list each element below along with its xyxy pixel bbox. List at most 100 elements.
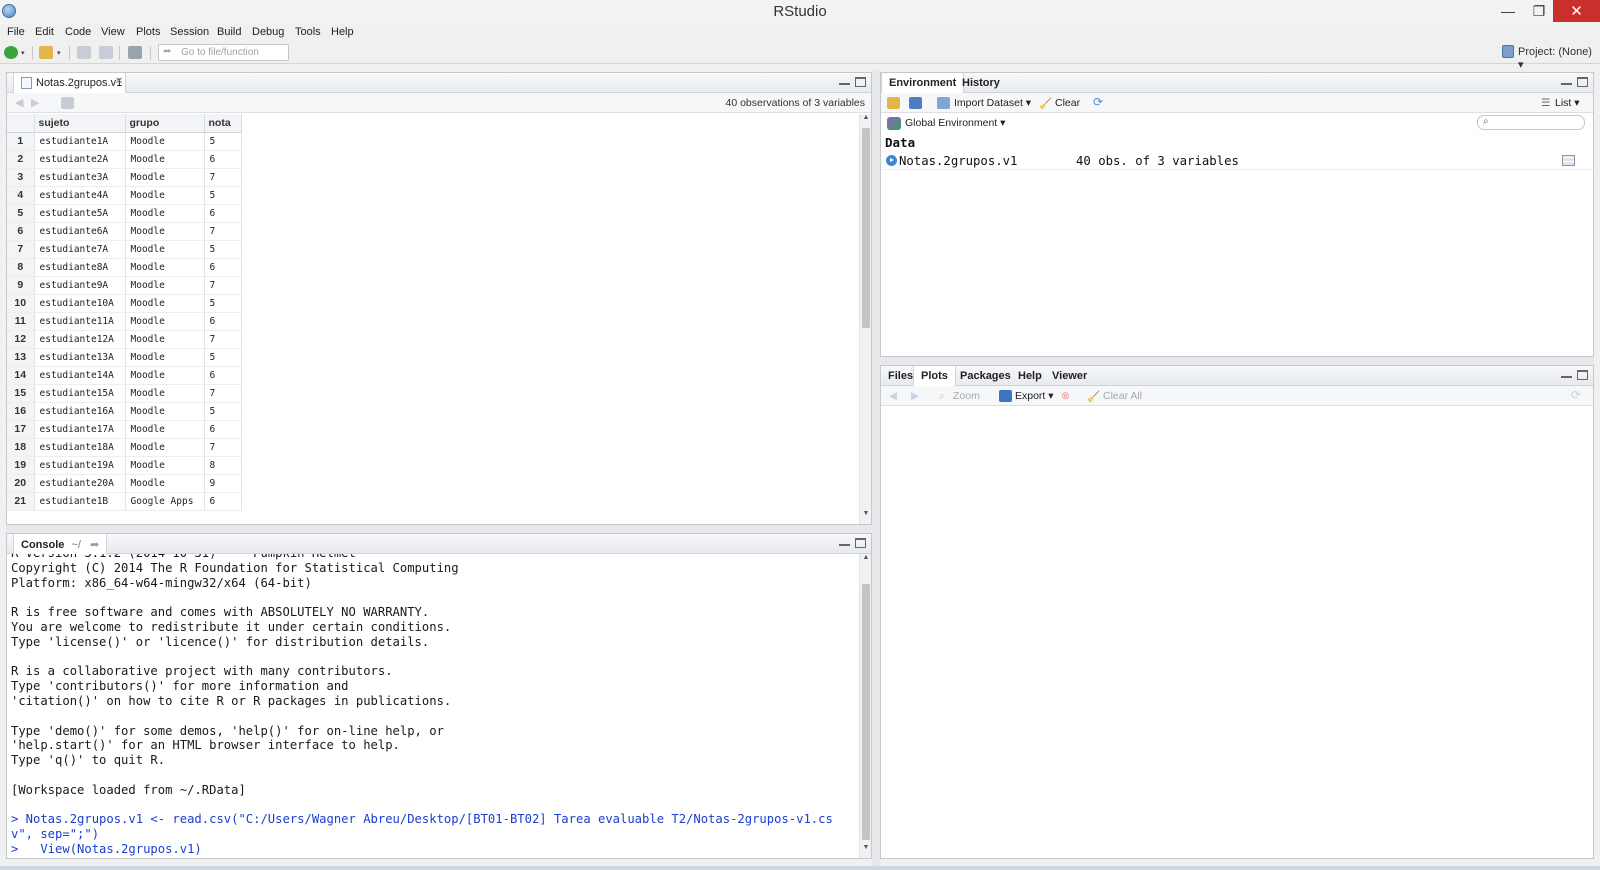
table-row[interactable]: 9 estudiante9A Moodle 7: [7, 276, 242, 295]
table-row[interactable]: 18 estudiante18A Moodle 7: [7, 438, 242, 457]
close-tab-icon[interactable]: ✕: [115, 76, 123, 87]
refresh-icon[interactable]: ⟳: [1093, 95, 1103, 109]
table-row[interactable]: 11 estudiante11A Moodle 6: [7, 312, 242, 331]
menu-debug[interactable]: Debug: [252, 26, 284, 38]
table-row[interactable]: 6 estudiante6A Moodle 7: [7, 222, 242, 241]
column-header-grupo[interactable]: grupo: [125, 114, 205, 133]
table-row[interactable]: 20 estudiante20A Moodle 9: [7, 474, 242, 493]
scroll-up-icon[interactable]: ▲: [860, 114, 872, 121]
tab-viewer[interactable]: Viewer: [1045, 366, 1094, 386]
tab-packages[interactable]: Packages: [953, 366, 1018, 386]
popout-icon[interactable]: [61, 97, 74, 109]
close-button[interactable]: ✕: [1553, 0, 1600, 22]
tab-help[interactable]: Help: [1011, 366, 1049, 386]
import-dataset-button[interactable]: Import Dataset ▾: [954, 97, 1031, 109]
maximize-pane-icon[interactable]: [1577, 370, 1588, 380]
column-header-nota[interactable]: nota: [204, 114, 242, 133]
table-row[interactable]: 1 estudiante1A Moodle 5: [7, 132, 242, 151]
tab-plots[interactable]: Plots: [913, 366, 956, 387]
table-row[interactable]: 10 estudiante10A Moodle 5: [7, 294, 242, 313]
table-row[interactable]: 3 estudiante3A Moodle 7: [7, 168, 242, 187]
maximize-pane-icon[interactable]: [855, 77, 866, 87]
table-row[interactable]: 15 estudiante15A Moodle 7: [7, 384, 242, 403]
save-workspace-icon[interactable]: [909, 97, 922, 109]
menu-view[interactable]: View: [101, 26, 125, 38]
tab-history[interactable]: History: [955, 73, 1007, 93]
data-scrollbar[interactable]: ▲ ▼: [859, 114, 871, 524]
scroll-up-icon[interactable]: ▲: [860, 554, 872, 561]
new-file-dropdown-icon[interactable]: ▾: [21, 49, 25, 57]
forward-arrow-icon[interactable]: ▶: [31, 96, 39, 109]
previous-plot-icon[interactable]: ◀: [889, 390, 897, 402]
minimize-pane-icon[interactable]: [839, 538, 850, 546]
minimize-pane-icon[interactable]: [1561, 77, 1572, 85]
table-row[interactable]: 17 estudiante17A Moodle 6: [7, 420, 242, 439]
column-header-sujeto[interactable]: sujeto: [34, 114, 126, 133]
maximize-pane-icon[interactable]: [1577, 77, 1588, 87]
table-row[interactable]: 2 estudiante2A Moodle 6: [7, 150, 242, 169]
vertical-splitter[interactable]: [872, 70, 880, 870]
view-mode-dropdown[interactable]: List ▾: [1555, 97, 1580, 109]
table-row[interactable]: 14 estudiante14A Moodle 6: [7, 366, 242, 385]
maximize-button[interactable]: ❐: [1524, 0, 1554, 22]
clear-button[interactable]: Clear: [1055, 97, 1080, 109]
menu-code[interactable]: Code: [65, 26, 91, 38]
next-plot-icon[interactable]: ▶: [911, 390, 919, 402]
goto-file-input[interactable]: ➦ Go to file/function: [158, 44, 289, 61]
table-row[interactable]: 16 estudiante16A Moodle 5: [7, 402, 242, 421]
project-menu[interactable]: Project: (None) ▾: [1518, 46, 1600, 71]
menu-session[interactable]: Session: [170, 26, 209, 38]
export-button[interactable]: Export ▾: [1015, 390, 1054, 402]
minimize-pane-icon[interactable]: [1561, 370, 1572, 378]
horizontal-splitter-left[interactable]: [6, 525, 872, 533]
expand-arrow-icon[interactable]: [886, 155, 897, 166]
minimize-pane-icon[interactable]: [839, 77, 850, 85]
refresh-plot-icon[interactable]: ⟳: [1571, 388, 1581, 402]
view-table-icon[interactable]: [1562, 155, 1575, 166]
table-row[interactable]: 12 estudiante12A Moodle 7: [7, 330, 242, 349]
object-name[interactable]: Notas.2grupos.v1: [899, 154, 1017, 168]
scroll-down-icon[interactable]: ▼: [860, 510, 872, 517]
table-row[interactable]: 8 estudiante8A Moodle 6: [7, 258, 242, 277]
new-file-icon[interactable]: [4, 46, 18, 59]
environment-search-input[interactable]: ⌕: [1477, 115, 1585, 130]
console-output-line: Copyright (C) 2014 The R Foundation for …: [11, 560, 459, 575]
minimize-button[interactable]: —: [1493, 0, 1523, 22]
table-row[interactable]: 5 estudiante5A Moodle 6: [7, 204, 242, 223]
clear-all-button[interactable]: Clear All: [1103, 390, 1142, 402]
remove-plot-icon[interactable]: ⊗: [1061, 390, 1070, 402]
menu-plots[interactable]: Plots: [136, 26, 160, 38]
open-recent-dropdown-icon[interactable]: ▾: [57, 49, 61, 57]
console-output[interactable]: R version 3.1.2 (2014-10-31) -- "Pumpkin…: [11, 554, 857, 858]
scroll-thumb[interactable]: [862, 128, 870, 328]
scroll-thumb[interactable]: [862, 584, 870, 840]
load-workspace-icon[interactable]: [887, 97, 900, 109]
zoom-button[interactable]: Zoom: [953, 390, 980, 402]
menu-file[interactable]: File: [7, 26, 25, 38]
scroll-down-icon[interactable]: ▼: [860, 844, 872, 851]
table-row[interactable]: 21 estudiante1B Google Apps 6: [7, 492, 242, 511]
console-scrollbar[interactable]: ▲ ▼: [859, 554, 871, 858]
table-row[interactable]: 7 estudiante7A Moodle 5: [7, 240, 242, 259]
tab-console[interactable]: Console ~/ ➦: [13, 534, 108, 555]
horizontal-splitter-right[interactable]: [880, 357, 1594, 365]
cell-nota: 6: [204, 150, 242, 169]
table-row[interactable]: 4 estudiante4A Moodle 5: [7, 186, 242, 205]
save-icon[interactable]: [77, 46, 91, 59]
tab-data-viewer[interactable]: Notas.2grupos.v1 ✕: [13, 73, 126, 93]
back-arrow-icon[interactable]: ◀: [15, 96, 23, 109]
table-row[interactable]: 19 estudiante19A Moodle 8: [7, 456, 242, 475]
global-environment-dropdown[interactable]: Global Environment ▾: [905, 117, 1005, 129]
maximize-pane-icon[interactable]: [855, 538, 866, 548]
save-all-icon[interactable]: [99, 46, 113, 59]
goto-directory-icon[interactable]: ➦: [90, 539, 99, 551]
open-folder-icon[interactable]: [39, 46, 53, 59]
menu-tools[interactable]: Tools: [295, 26, 321, 38]
menu-help[interactable]: Help: [331, 26, 354, 38]
menu-build[interactable]: Build: [217, 26, 241, 38]
tab-environment[interactable]: Environment: [881, 73, 965, 94]
table-row[interactable]: 13 estudiante13A Moodle 5: [7, 348, 242, 367]
print-icon[interactable]: [128, 46, 142, 59]
menu-edit[interactable]: Edit: [35, 26, 54, 38]
environment-item-row[interactable]: Notas.2grupos.v1 40 obs. of 3 variables: [881, 152, 1593, 170]
